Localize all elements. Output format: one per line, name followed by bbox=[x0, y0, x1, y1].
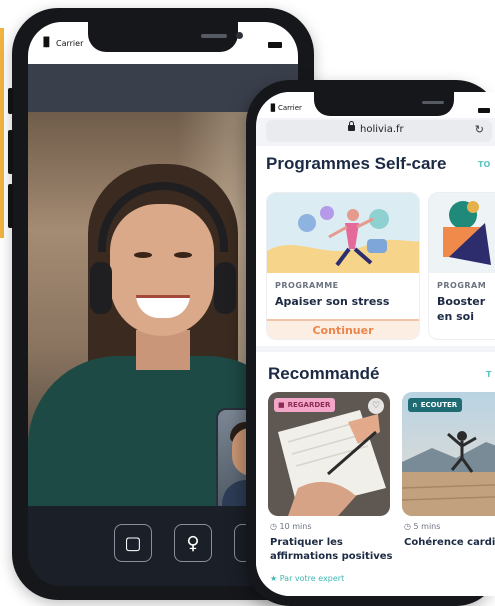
listen-badge: ∩ ECOUTER bbox=[408, 398, 463, 412]
confidence-illustration bbox=[443, 201, 491, 265]
expert-label: ★ Par votre expert bbox=[270, 574, 345, 583]
headphones-icon: ∩ bbox=[412, 401, 418, 409]
favorite-icon[interactable]: ♡ bbox=[368, 398, 384, 414]
duration-label: ◷ 10 mins bbox=[270, 522, 312, 531]
accent-stripe bbox=[0, 28, 4, 238]
microphone-button[interactable]: ♀ bbox=[174, 524, 212, 562]
participant-eye-right bbox=[174, 252, 192, 258]
holivia-screen: ▐▌ Carrier holivia.fr ↻ Programmes Self-… bbox=[256, 92, 495, 596]
continue-button[interactable]: Continuer bbox=[267, 321, 419, 339]
phone-notch bbox=[88, 22, 243, 52]
programme-card[interactable]: PROGRAM Booster en soi bbox=[428, 192, 495, 340]
participant-neck bbox=[136, 330, 190, 370]
volume-down-button bbox=[8, 184, 13, 228]
programmes-see-all-link[interactable]: TO bbox=[478, 160, 490, 169]
lock-icon bbox=[348, 121, 355, 131]
front-camera bbox=[236, 32, 243, 39]
speaker-grille bbox=[422, 101, 444, 104]
programme-kicker: PROGRAM bbox=[437, 281, 487, 290]
signal-icon: ▐▌ bbox=[268, 104, 278, 112]
participant-eye-left bbox=[134, 252, 152, 258]
url-text: holivia.fr bbox=[360, 124, 404, 135]
watch-badge: ■ REGARDER bbox=[274, 398, 336, 412]
holivia-phone: ▐▌ Carrier holivia.fr ↻ Programmes Self-… bbox=[246, 80, 495, 606]
programme-title: Apaiser son stress bbox=[275, 295, 390, 308]
video-camera-icon: ▢ bbox=[124, 532, 142, 554]
reload-icon[interactable]: ↻ bbox=[475, 123, 484, 136]
clock-icon: ◷ bbox=[404, 522, 411, 531]
headphone-earcup-right bbox=[214, 262, 236, 314]
programme-title: Booster en soi bbox=[437, 295, 486, 323]
video-icon: ■ bbox=[278, 401, 285, 409]
badge-label: REGARDER bbox=[287, 401, 331, 409]
recommended-see-all-link[interactable]: T bbox=[486, 370, 491, 379]
recommended-title: Recommandé bbox=[268, 364, 380, 383]
carrier-label: Carrier bbox=[278, 104, 302, 112]
headphone-earcup-left bbox=[90, 262, 112, 314]
battery-icon bbox=[478, 108, 490, 113]
recommended-item[interactable]: ■ REGARDER ♡ bbox=[268, 392, 390, 516]
star-icon: ★ bbox=[270, 574, 278, 583]
duration-label: ◷ 5 mins bbox=[404, 522, 441, 531]
volume-up-button bbox=[8, 130, 13, 174]
recommended-item[interactable]: ∩ ECOUTER bbox=[402, 392, 495, 516]
browser-url-bar[interactable]: holivia.fr ↻ bbox=[266, 120, 492, 142]
recommended-item-title[interactable]: Cohérence cardi bbox=[404, 536, 495, 550]
programme-card[interactable]: PROGRAMME Apaiser son stress Continuer bbox=[266, 192, 420, 340]
battery-icon bbox=[268, 42, 282, 48]
badge-label: ECOUTER bbox=[420, 401, 458, 409]
signal-icon: ▐▌ bbox=[40, 38, 53, 48]
camera-button[interactable]: ▢ bbox=[114, 524, 152, 562]
programmes-title: Programmes Self-care bbox=[266, 154, 447, 173]
programme-illustration bbox=[429, 193, 495, 273]
stress-relief-illustration bbox=[267, 206, 419, 273]
mute-switch bbox=[8, 88, 13, 114]
clock-icon: ◷ bbox=[270, 522, 277, 531]
recommended-item-title[interactable]: Pratiquer les affirmations positives bbox=[270, 536, 394, 564]
phone-notch bbox=[314, 92, 454, 116]
programme-kicker: PROGRAMME bbox=[275, 281, 339, 290]
speaker-grille bbox=[201, 34, 227, 38]
carrier-label: Carrier bbox=[56, 39, 84, 48]
programme-illustration bbox=[267, 193, 419, 273]
microphone-icon: ♀ bbox=[186, 532, 200, 554]
